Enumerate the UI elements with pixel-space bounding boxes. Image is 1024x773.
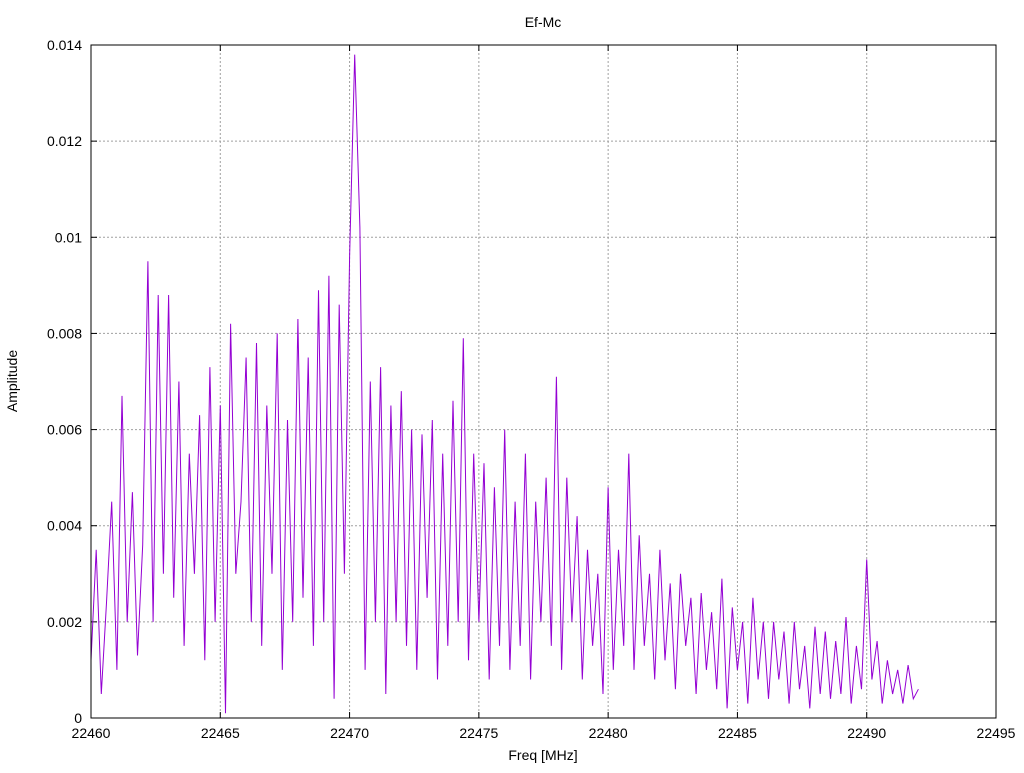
chart-title: Ef-Mc bbox=[525, 14, 562, 30]
x-tick-label: 22490 bbox=[847, 725, 886, 741]
x-tick-label: 22470 bbox=[330, 725, 369, 741]
x-tick-label: 22465 bbox=[201, 725, 240, 741]
y-tick-label: 0 bbox=[74, 710, 82, 726]
chart: Ef-Mc 22460 22465 22470 22475 22480 22485 2249… bbox=[4, 14, 1016, 763]
series-line-ef-mc bbox=[90, 54, 919, 714]
x-tick-label: 22475 bbox=[459, 725, 498, 741]
x-axis-label: Freq [MHz] bbox=[508, 747, 577, 763]
x-tick-label: 22485 bbox=[718, 725, 757, 741]
y-tick-label: 0.01 bbox=[55, 229, 82, 245]
y-tick-label: 0.014 bbox=[47, 37, 82, 53]
x-tick-label: 22480 bbox=[589, 725, 628, 741]
x-tick-label: 22495 bbox=[977, 725, 1016, 741]
y-tick-label: 0.012 bbox=[47, 133, 82, 149]
y-tick-label: 0.006 bbox=[47, 422, 82, 438]
y-tick-label: 0.008 bbox=[47, 325, 82, 341]
y-tick-label: 0.004 bbox=[47, 518, 82, 534]
x-tick-label: 22460 bbox=[72, 725, 111, 741]
y-tick-label: 0.002 bbox=[47, 614, 82, 630]
y-axis-label: Amplitude bbox=[4, 350, 20, 412]
